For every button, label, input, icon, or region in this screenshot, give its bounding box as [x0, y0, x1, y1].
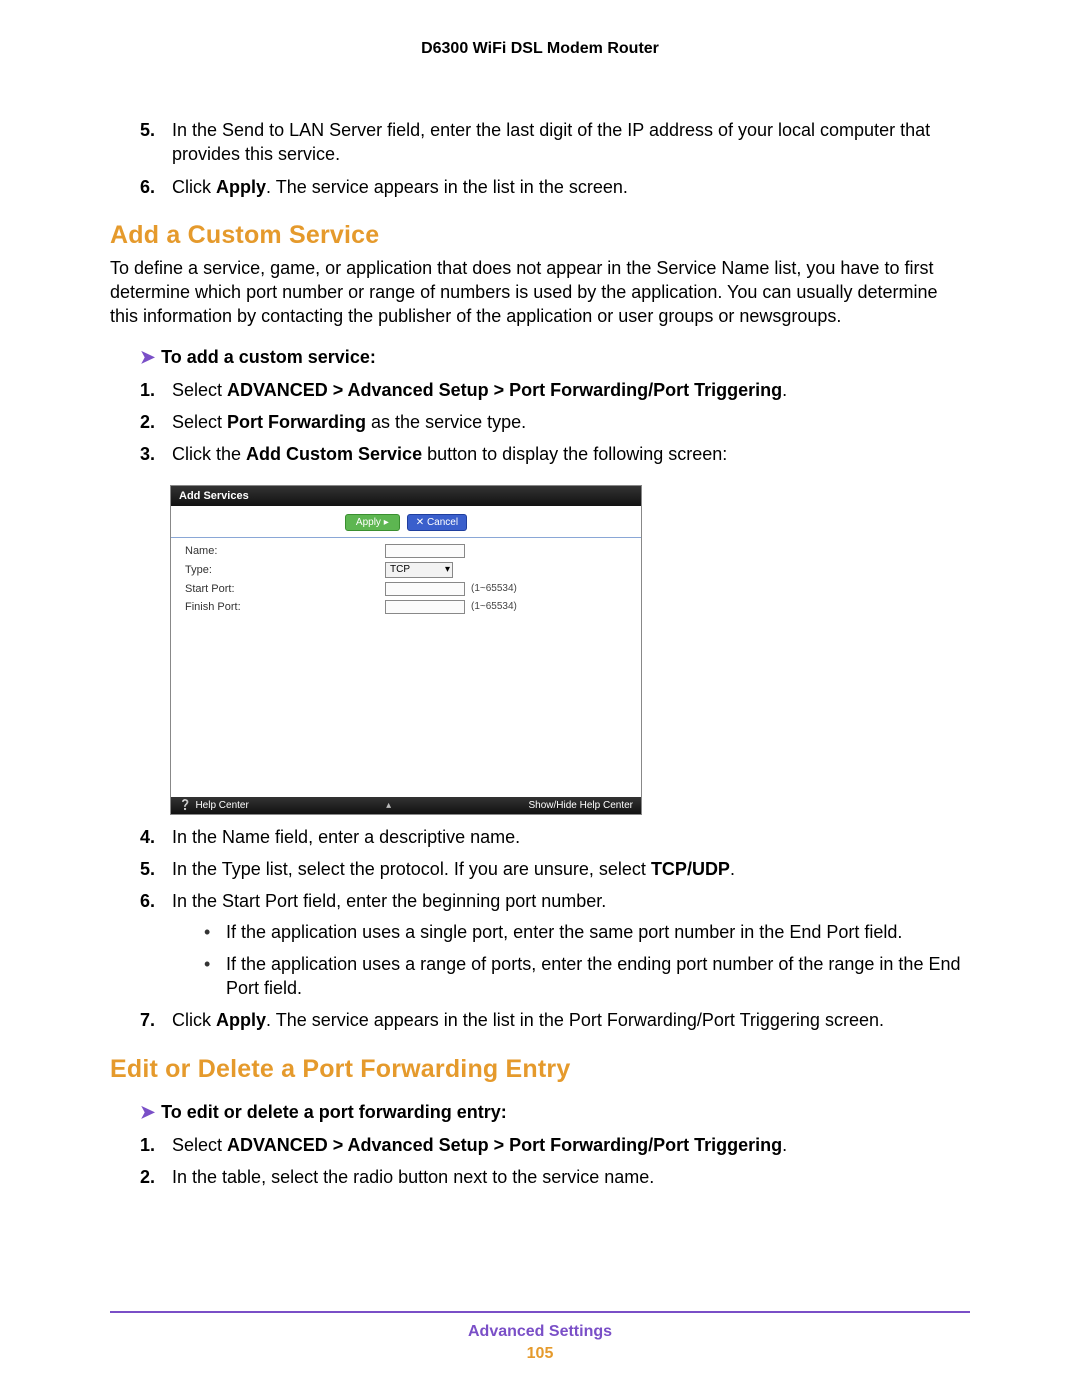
chevron-up-icon[interactable]: ▴ [386, 800, 391, 811]
section2-step-1: 1. Select ADVANCED > Advanced Setup > Po… [140, 1133, 970, 1157]
panel-footer: ❔ Help Center ▴ Show/Hide Help Center [171, 797, 641, 814]
panel-titlebar: Add Services [171, 486, 641, 506]
step-number: 1. [140, 1133, 155, 1157]
finishport-range-hint: (1~65534) [471, 601, 517, 612]
step-text-post: as the service type. [366, 412, 526, 432]
step-text-bold: Add Custom Service [246, 444, 422, 464]
row-finish-port: Finish Port: (1~65534) [181, 600, 631, 614]
step-text: In the Send to LAN Server field, enter t… [172, 120, 930, 164]
page-footer: Advanced Settings 105 [110, 1311, 970, 1363]
intro-step-5: 5. In the Send to LAN Server field, ente… [140, 118, 970, 167]
cancel-button[interactable]: ✕ Cancel [407, 514, 467, 531]
subhead-text: To add a custom service: [161, 347, 376, 367]
section-add-custom-service-heading: Add a Custom Service [110, 221, 970, 250]
section1-subhead: ➤ To add a custom service: [140, 347, 970, 368]
step-text: In the table, select the radio button ne… [172, 1167, 654, 1187]
apply-button[interactable]: Apply ▸ [345, 514, 400, 531]
triangle-bullet-icon: ➤ [140, 1102, 155, 1123]
section1-step-1: 1. Select ADVANCED > Advanced Setup > Po… [140, 378, 970, 402]
startport-range-hint: (1~65534) [471, 583, 517, 594]
type-select-value: TCP [390, 564, 410, 575]
section1-step-2: 2. Select Port Forwarding as the service… [140, 410, 970, 434]
finishport-input[interactable] [385, 600, 465, 614]
section1-step-5: 5. In the Type list, select the protocol… [140, 857, 970, 881]
step-number: 7. [140, 1008, 155, 1032]
intro-step-6: 6. Click Apply. The service appears in t… [140, 175, 970, 199]
footer-section-label: Advanced Settings [110, 1323, 970, 1341]
step-number: 3. [140, 442, 155, 466]
help-center-link[interactable]: Help Center [195, 800, 248, 811]
step-text-pre: Select [172, 380, 227, 400]
section1-step-3: 3. Click the Add Custom Service button t… [140, 442, 970, 466]
row-type: Type: TCP ▾ [181, 562, 631, 578]
panel-button-row: Apply ▸ ✕ Cancel [171, 506, 641, 538]
section1-step-7: 7. Click Apply. The service appears in t… [140, 1008, 970, 1032]
section1-step-4: 4. In the Name field, enter a descriptiv… [140, 825, 970, 849]
step-text: In the Name field, enter a descriptive n… [172, 827, 520, 847]
row-start-port: Start Port: (1~65534) [181, 582, 631, 596]
section1-step-6: 6. In the Start Port field, enter the be… [140, 889, 970, 1000]
intro-steps-list: 5. In the Send to LAN Server field, ente… [110, 118, 970, 199]
step-text-bold: Apply [216, 1010, 266, 1030]
step-text-post: . [730, 859, 735, 879]
step-number: 2. [140, 410, 155, 434]
panel-empty-area [171, 622, 641, 797]
step-text-post: . The service appears in the list in the… [266, 1010, 884, 1030]
step-text-bold: ADVANCED > Advanced Setup > Port Forward… [227, 380, 782, 400]
step-number: 6. [140, 175, 155, 199]
footer-page-number: 105 [110, 1345, 970, 1363]
startport-input[interactable] [385, 582, 465, 596]
row-name: Name: [181, 544, 631, 558]
section2-step-2: 2. In the table, select the radio button… [140, 1165, 970, 1189]
name-input[interactable] [385, 544, 465, 558]
step-text-bold: Apply [216, 177, 266, 197]
subhead-text: To edit or delete a port forwarding entr… [161, 1102, 507, 1122]
show-hide-help-link[interactable]: Show/Hide Help Center [529, 800, 634, 811]
footer-divider [110, 1311, 970, 1313]
panel-form: Name: Type: TCP ▾ Start Port: (1~65534) … [171, 538, 641, 622]
step-text: In the Start Port field, enter the begin… [172, 891, 606, 911]
section-edit-delete-heading: Edit or Delete a Port Forwarding Entry [110, 1055, 970, 1084]
step-text-pre: Click the [172, 444, 246, 464]
type-select[interactable]: TCP ▾ [385, 562, 453, 578]
step-text-pre: Click [172, 177, 216, 197]
step-number: 6. [140, 889, 155, 913]
section2-steps-list: 1. Select ADVANCED > Advanced Setup > Po… [110, 1133, 970, 1190]
step-text-pre: Select [172, 1135, 227, 1155]
step-number: 5. [140, 118, 155, 142]
finishport-label: Finish Port: [181, 601, 385, 613]
type-label: Type: [181, 564, 385, 576]
step-text-bold: ADVANCED > Advanced Setup > Port Forward… [227, 1135, 782, 1155]
chevron-down-icon: ▾ [445, 564, 450, 575]
section1-step6-bullets: If the application uses a single port, e… [172, 920, 970, 1001]
step-number: 1. [140, 378, 155, 402]
step-text-bold: TCP/UDP [651, 859, 730, 879]
step-text-post: . [782, 1135, 787, 1155]
step-text-post: . The service appears in the list in the… [266, 177, 628, 197]
triangle-bullet-icon: ➤ [140, 347, 155, 368]
step-number: 2. [140, 1165, 155, 1189]
section1-paragraph: To define a service, game, or applicatio… [110, 256, 970, 329]
step-number: 5. [140, 857, 155, 881]
step-text-bold: Port Forwarding [227, 412, 366, 432]
startport-label: Start Port: [181, 583, 385, 595]
step-text-pre: In the Type list, select the protocol. I… [172, 859, 651, 879]
add-services-panel: Add Services Apply ▸ ✕ Cancel Name: Type… [170, 485, 642, 815]
header-product-title: D6300 WiFi DSL Modem Router [110, 40, 970, 58]
step-text-pre: Click [172, 1010, 216, 1030]
name-label: Name: [181, 545, 385, 557]
step-text-pre: Select [172, 412, 227, 432]
section1-steps-list-cont: 4. In the Name field, enter a descriptiv… [110, 825, 970, 1033]
step-text-post: . [782, 380, 787, 400]
step-number: 4. [140, 825, 155, 849]
bullet-item: If the application uses a range of ports… [204, 952, 970, 1001]
bullet-item: If the application uses a single port, e… [204, 920, 970, 944]
help-icon: ❔ [179, 800, 191, 811]
section1-steps-list: 1. Select ADVANCED > Advanced Setup > Po… [110, 378, 970, 467]
section2-subhead: ➤ To edit or delete a port forwarding ent… [140, 1102, 970, 1123]
step-text-post: button to display the following screen: [422, 444, 727, 464]
